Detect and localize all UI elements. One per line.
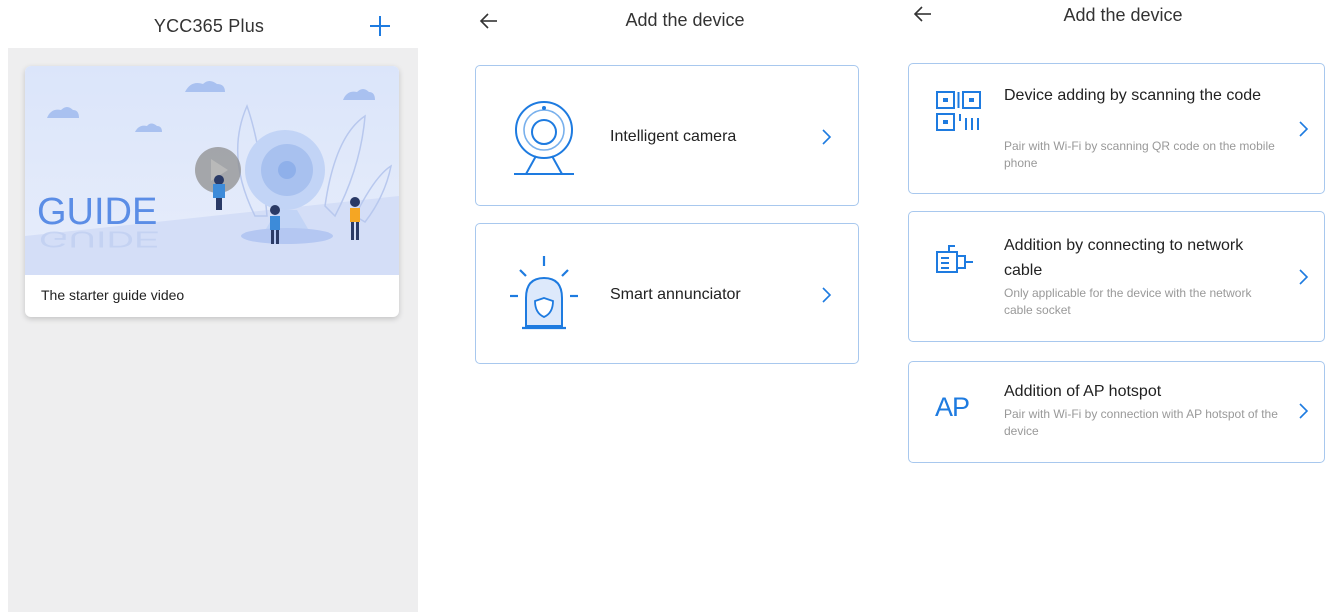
scan-code-method-desc: Pair with Wi-Fi by scanning QR code on t…: [1004, 139, 1275, 170]
add-plus-icon[interactable]: [366, 12, 394, 40]
camera-icon: [514, 101, 574, 175]
chevron-right-icon: [1299, 269, 1309, 285]
chevron-right-icon: [1299, 121, 1309, 137]
guide-video-illustration: GUIDE GUIDE: [25, 66, 399, 275]
scan-code-method-title: Device adding by scanning the code: [1004, 87, 1262, 104]
ap-hotspot-method-title: Addition of AP hotspot: [1004, 383, 1162, 400]
app-title: YCC365 Plus: [153, 16, 265, 36]
network-cable-icon: [936, 245, 973, 273]
chevron-right-icon: [1299, 403, 1309, 419]
starter-guide-card[interactable]: GUIDE GUIDE The starter guide video: [25, 66, 399, 317]
network-cable-method-title: Addition by connecting to network cable: [1004, 237, 1244, 279]
ap-icon: AP: [935, 392, 970, 422]
add-device-screen: Add the device Intelligent camera Smart: [460, 0, 870, 612]
intelligent-camera-label: Intelligent camera: [610, 128, 737, 145]
ap-hotspot-method-card[interactable]: AP Addition of AP hotspot Pair with Wi-F…: [908, 361, 1325, 463]
add-method-screen: Add the device Device adding by scanning…: [896, 0, 1330, 612]
network-cable-method-desc: Only applicable for the device with the …: [1004, 286, 1252, 317]
smart-annunciator-card[interactable]: Smart annunciator: [475, 223, 859, 364]
chevron-right-icon: [822, 129, 832, 145]
guide-text-reflection: GUIDE: [39, 227, 159, 252]
scan-code-method-card[interactable]: Device adding by scanning the code Pair …: [908, 63, 1325, 194]
network-cable-method-card[interactable]: Addition by connecting to network cable …: [908, 211, 1325, 342]
alarm-icon: [510, 256, 578, 330]
home-screen: YCC365 Plus GUIDE GUIDE The starter guid…: [0, 0, 418, 612]
home-header: YCC365 Plus: [0, 0, 418, 48]
page-title: Add the device: [1063, 5, 1183, 25]
guide-card-label: The starter guide video: [41, 287, 185, 303]
intelligent-camera-card[interactable]: Intelligent camera: [475, 65, 859, 206]
qr-code-icon: [936, 91, 981, 131]
page-title: Add the device: [625, 10, 745, 30]
ap-hotspot-method-desc: Pair with Wi-Fi by connection with AP ho…: [1004, 407, 1278, 438]
smart-annunciator-label: Smart annunciator: [610, 286, 741, 303]
chevron-right-icon: [822, 287, 832, 303]
